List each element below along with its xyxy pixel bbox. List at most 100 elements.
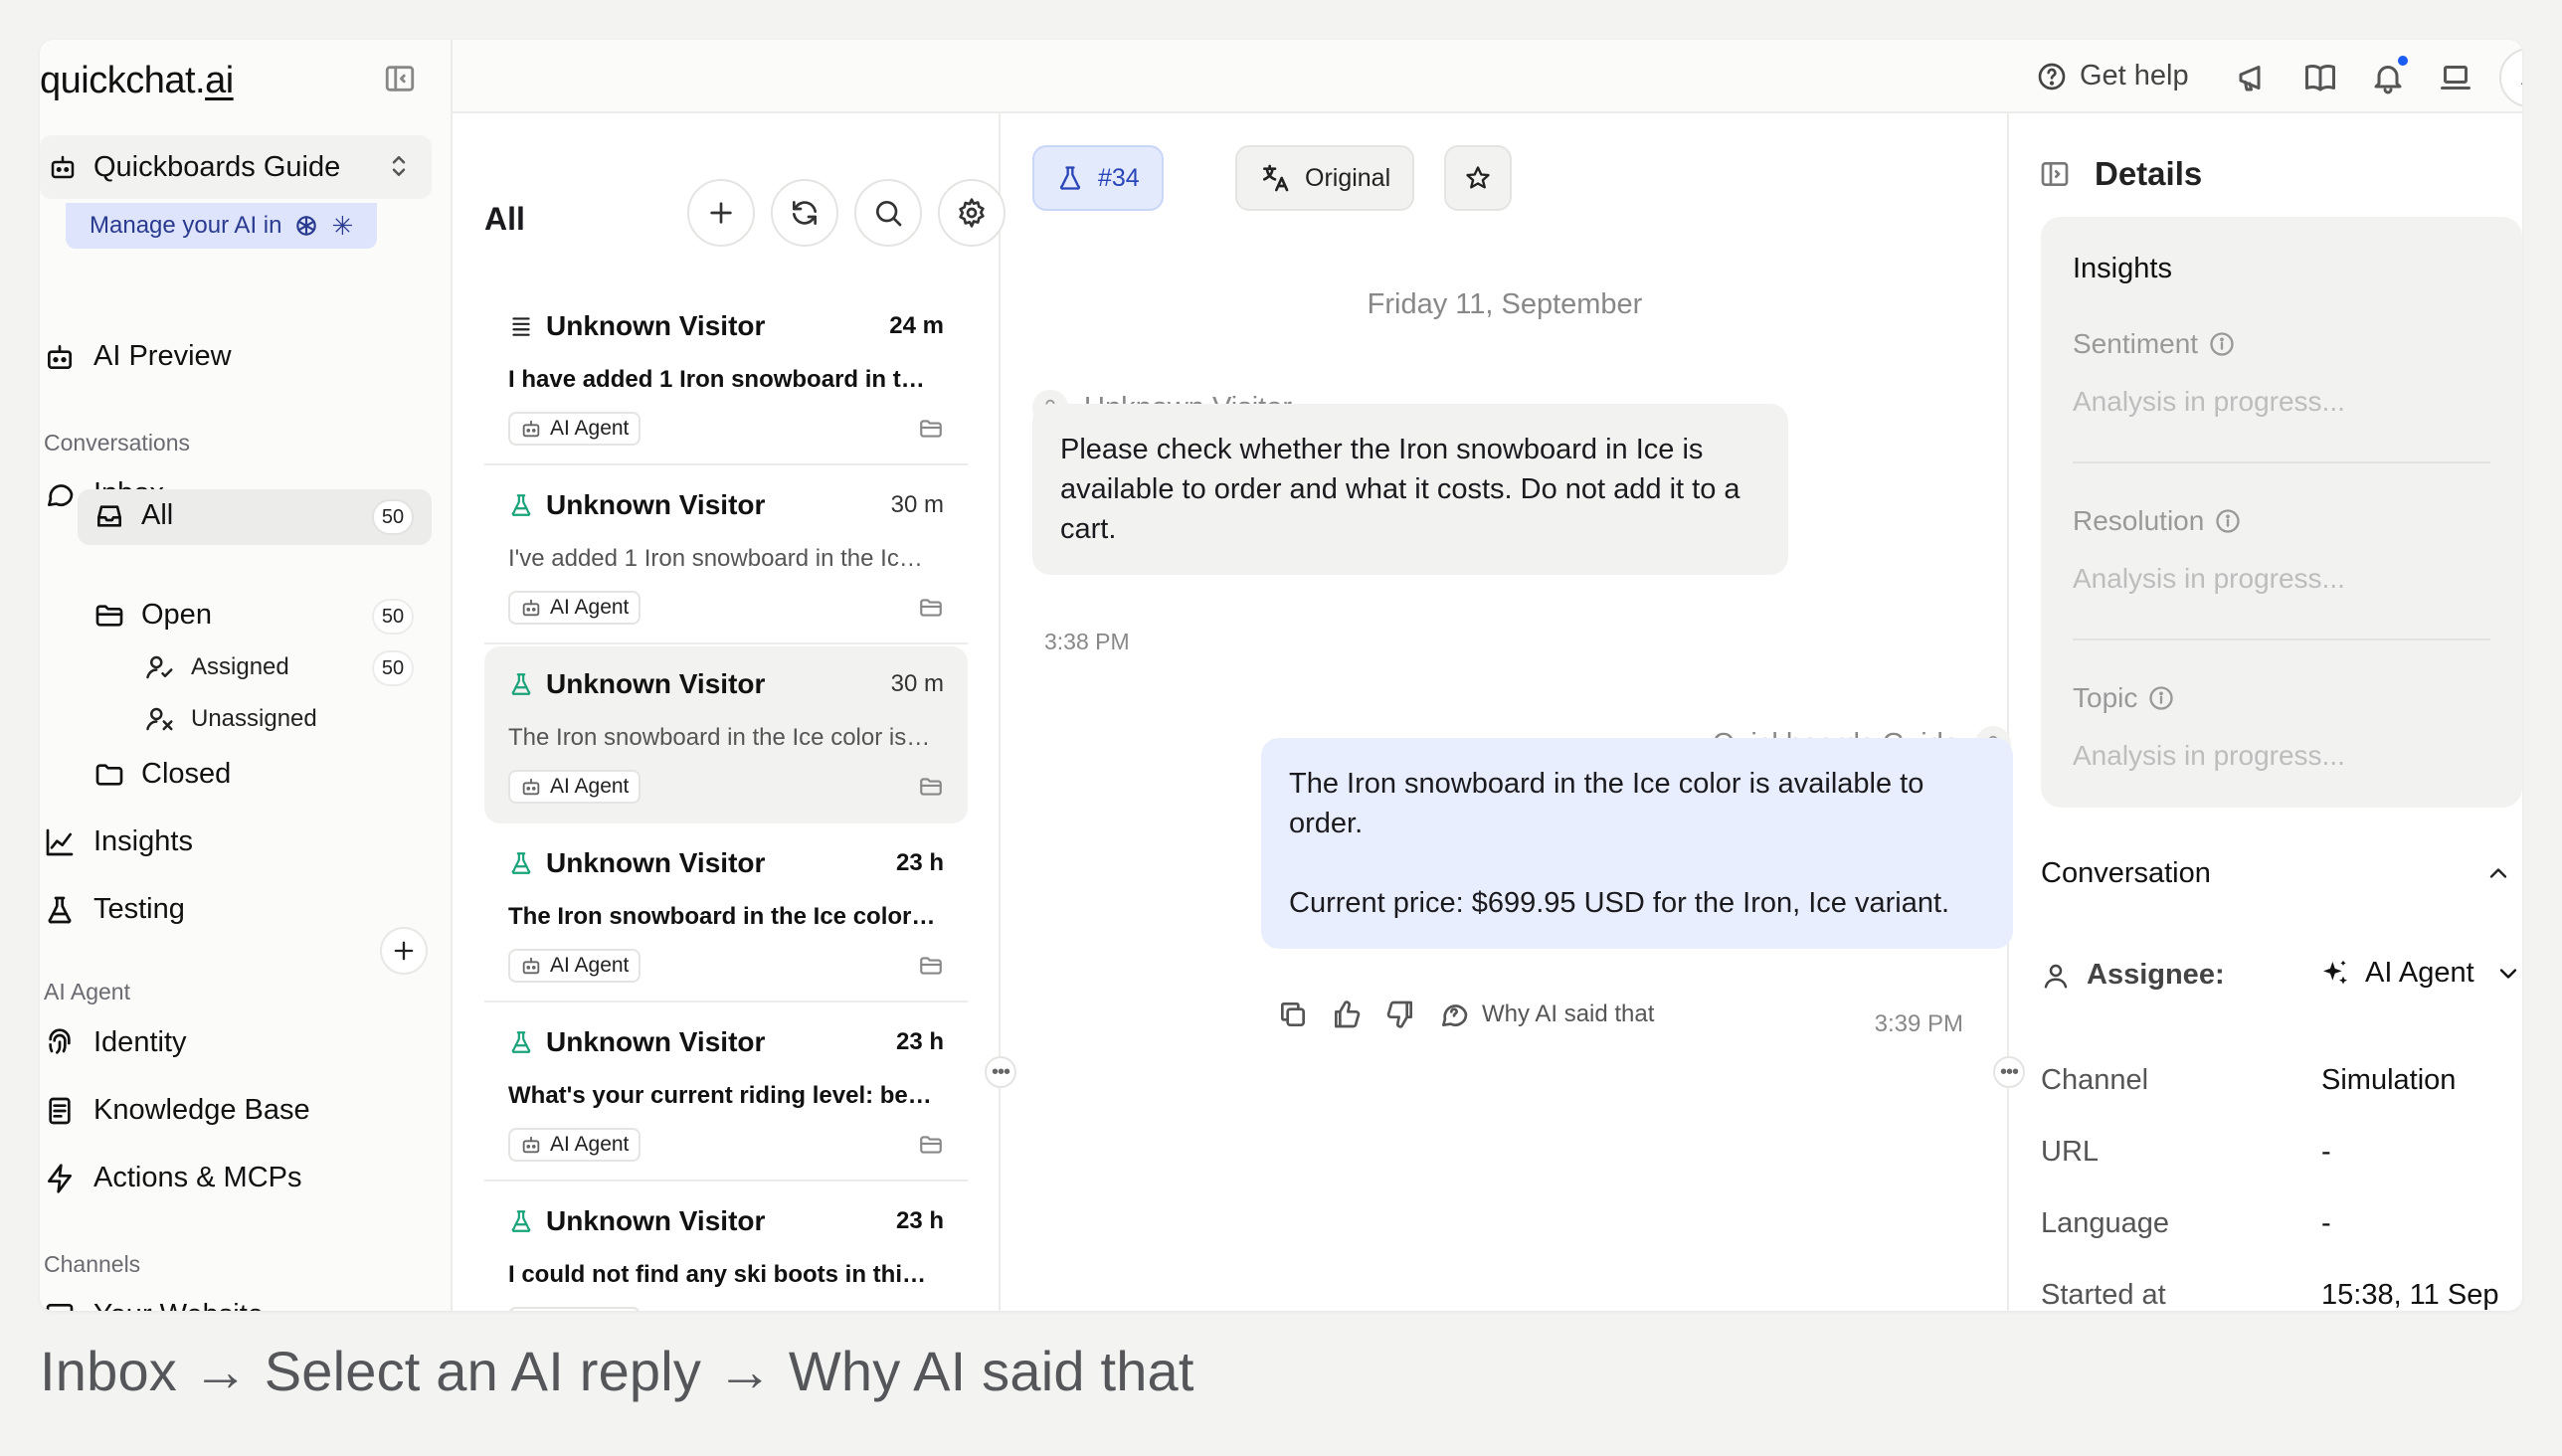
folder-icon[interactable] — [918, 595, 944, 621]
conversation-section-heading[interactable]: Conversation — [2041, 857, 2211, 890]
divider — [2073, 638, 2490, 640]
workspace-switcher[interactable]: Quickboards Guide — [40, 135, 432, 199]
conversation-card[interactable]: Unknown Visitor 30 m I've added 1 Iron sno… — [484, 467, 968, 644]
folder-icon[interactable] — [918, 416, 944, 442]
nav-assigned[interactable]: Assigned — [145, 652, 289, 682]
sentiment-value: Analysis in progress... — [2073, 386, 2345, 417]
flask-icon — [44, 894, 76, 926]
nav-identity[interactable]: Identity — [44, 1026, 187, 1059]
translate-icon — [1259, 162, 1291, 194]
nav-actions-mcps[interactable]: Actions & MCPs — [44, 1162, 302, 1194]
info-icon[interactable] — [2147, 684, 2175, 712]
card-time: 23 h — [895, 849, 944, 876]
megaphone-icon[interactable] — [2235, 60, 2271, 95]
nav-your-website[interactable]: Your Website — [44, 1299, 264, 1311]
chevron-up-icon[interactable] — [2484, 859, 2512, 887]
why-ai-said-that-button[interactable]: Why AI said that — [1438, 999, 1654, 1030]
card-time: 23 h — [895, 1028, 944, 1055]
topic-value: Analysis in progress... — [2073, 740, 2345, 771]
sidebar: quickchat.ai Quickboards Guide Manage yo… — [40, 40, 453, 1311]
user-avatar[interactable]: A — [2499, 48, 2522, 107]
search-button[interactable] — [854, 179, 922, 247]
app-logo: quickchat.ai — [40, 60, 234, 101]
list-icon — [508, 313, 534, 339]
card-visitor-name: Unknown Visitor — [546, 489, 766, 520]
conversation-card[interactable]: Unknown Visitor 23 h I could not find any … — [484, 1183, 968, 1311]
resize-handle-list[interactable]: ••• — [985, 1056, 1016, 1088]
thumbs-down-icon[interactable] — [1384, 999, 1416, 1030]
card-tag: AI Agent — [508, 1307, 641, 1311]
card-visitor-name: Unknown Visitor — [546, 1205, 766, 1236]
info-icon[interactable] — [2214, 507, 2242, 535]
assignee-select[interactable]: AI Agent — [2319, 957, 2522, 990]
conversation-date: Friday 11, September — [1367, 288, 1643, 320]
assignee-label: Assignee: — [2041, 959, 2225, 992]
card-preview: I've added 1 Iron snowboard in the Ice c… — [508, 545, 936, 572]
translate-original-button[interactable]: Original — [1235, 145, 1415, 211]
nav-all[interactable]: All — [93, 499, 173, 532]
folder-icon[interactable] — [918, 1132, 944, 1158]
plus-icon — [710, 202, 732, 224]
collapse-sidebar-icon[interactable] — [383, 62, 417, 95]
chat-bubble-icon — [44, 478, 76, 510]
search-icon — [876, 201, 902, 227]
nav-ai-preview[interactable]: AI Preview — [44, 340, 232, 373]
panel-collapse-icon[interactable] — [2039, 158, 2071, 190]
card-time: 24 m — [889, 312, 944, 339]
refresh-button[interactable] — [771, 179, 838, 247]
info-icon[interactable] — [2208, 330, 2236, 358]
new-conversation-button[interactable] — [687, 179, 755, 247]
manage-ai-banner[interactable]: Manage your AI in ✳ — [66, 203, 378, 249]
get-help-button[interactable]: Get help — [2036, 60, 2189, 92]
flask-icon — [508, 1029, 534, 1055]
conversation-id-pill[interactable]: #34 — [1032, 145, 1164, 211]
nav-knowledge-base[interactable]: Knowledge Base — [44, 1094, 310, 1127]
folder-icon[interactable] — [918, 953, 944, 979]
nav-unassigned[interactable]: Unassigned — [145, 704, 317, 734]
conversation-card[interactable]: Unknown Visitor 23 h The Iron snowboard in… — [484, 825, 968, 1002]
document-icon — [44, 1095, 76, 1127]
conversation-card[interactable]: Unknown Visitor 24 m I have added 1 Iron s… — [484, 288, 968, 465]
card-preview: I could not find any ski boots in this s… — [508, 1261, 936, 1288]
conversation-card[interactable]: Unknown Visitor 23 h What's your current r… — [484, 1004, 968, 1182]
visitor-message[interactable]: Please check whether the Iron snowboard … — [1032, 404, 1788, 575]
folder-icon[interactable] — [918, 774, 944, 800]
flask-icon — [1056, 164, 1084, 192]
bot-icon — [520, 418, 542, 440]
star-icon — [1466, 166, 1490, 189]
star-button[interactable] — [1444, 145, 1512, 211]
card-preview: The Iron snowboard in the Ice color is a… — [508, 724, 936, 751]
flask-icon — [508, 1208, 534, 1234]
settings-button[interactable] — [938, 179, 1006, 247]
card-tag: AI Agent — [508, 591, 641, 625]
copy-icon[interactable] — [1277, 999, 1309, 1030]
nav-testing[interactable]: Testing — [44, 893, 185, 926]
insights-heading: Insights — [2073, 253, 2172, 284]
resize-handle-details[interactable]: ••• — [1993, 1056, 2025, 1088]
help-circle-icon — [2036, 61, 2068, 92]
bot-icon — [48, 152, 78, 182]
laptop-icon[interactable] — [2438, 60, 2473, 95]
card-time: 30 m — [890, 491, 944, 518]
nav-insights[interactable]: Insights — [44, 825, 193, 858]
detail-value: 15:38, 11 Sep 26 — [2321, 1279, 2499, 1311]
section-channels: Channels — [44, 1251, 141, 1277]
bot-icon — [520, 955, 542, 977]
thumbs-up-icon[interactable] — [1331, 999, 1363, 1030]
gear-icon — [959, 198, 985, 228]
nav-closed[interactable]: Closed — [93, 758, 231, 791]
add-agent-item-button[interactable] — [380, 927, 428, 975]
card-tag: AI Agent — [508, 770, 641, 804]
sparkles-icon — [2319, 958, 2351, 990]
section-ai-agent: AI Agent — [44, 979, 130, 1004]
workspace-name: Quickboards Guide — [93, 150, 341, 183]
book-icon[interactable] — [2302, 60, 2338, 95]
conversation-card[interactable]: Unknown Visitor 30 m The Iron snowboard in… — [484, 646, 968, 823]
agent-message[interactable]: The Iron snowboard in the Ice color is a… — [1261, 738, 2013, 949]
bot-icon — [520, 597, 542, 619]
user-check-icon — [145, 652, 175, 682]
app-window: quickchat.ai Quickboards Guide Manage yo… — [40, 40, 2522, 1311]
bot-icon — [520, 776, 542, 798]
agent-message-time: 3:39 PM — [1874, 1010, 1963, 1037]
nav-open[interactable]: Open — [93, 599, 212, 632]
